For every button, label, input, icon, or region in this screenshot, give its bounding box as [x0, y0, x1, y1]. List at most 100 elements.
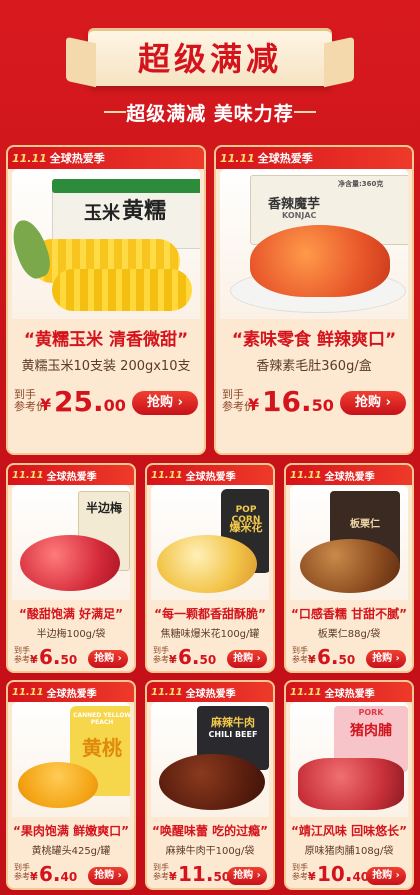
divider-line [294, 111, 316, 113]
chestnut-pile [300, 539, 400, 593]
popcorn-pile [157, 535, 257, 593]
header-banner: 超级满减 超级满减 美味力荐 [0, 0, 420, 140]
product-name: 黄糯玉米10支装 200gx10支 [21, 359, 191, 374]
price-row: 到手 参考价 ¥ 25.00 抢购 › [14, 385, 198, 419]
box-label: KONJAC [282, 211, 317, 220]
card-header: 11.11 全球热爱季 [147, 682, 273, 702]
box-label: 香辣魔芋 [268, 197, 321, 212]
product-slogan: “黄糯玉米 清香微甜” [23, 330, 189, 350]
promo-tag: 11.11 全球热爱季 [151, 687, 236, 700]
product-name: 板栗仁88g/袋 [317, 629, 381, 640]
beef-pile [159, 754, 265, 810]
product-name: 麻辣牛肉干100g/袋 [165, 846, 255, 857]
promo-tag: 11.11 全球热爱季 [12, 687, 97, 700]
product-card-plum[interactable]: 11.11 全球热爱季 半边梅 “酸甜饱满 好满足” 半边梅100g/袋 到手 参考… [6, 463, 136, 673]
product-slogan: “靖江风味 回味悠长” [291, 824, 407, 838]
bag-label: PORK [358, 708, 384, 717]
konjac-pile [250, 225, 390, 297]
price-row: 到手 参考价 ¥ 6.50 抢购 › [153, 645, 267, 671]
product-slogan: “酸甜饱满 好满足” [19, 607, 123, 621]
product-slogan: “唤醒味蕾 吃的过瘾” [152, 824, 268, 838]
product-name: 焦糖味爆米花100g/罐 [160, 629, 260, 640]
product-image: POP CORN 爆米花 [151, 485, 269, 600]
card-header: 11.11 全球热爱季 [286, 682, 412, 702]
product-image: PORK 猪肉脯 [290, 702, 408, 817]
can-label: 爆米花 [229, 521, 263, 534]
buy-button[interactable]: 抢购 › [340, 391, 406, 415]
product-image: CANNED YELLOW PEACH 黄桃 [12, 702, 130, 817]
product-image: 麻辣牛肉 CHILI BEEF [151, 702, 269, 817]
product-name: 原味猪肉脯108g/袋 [304, 846, 394, 857]
buy-button[interactable]: 抢购 › [366, 650, 406, 668]
buy-button[interactable]: 抢购 › [366, 867, 406, 885]
card-header: 11.11 全球热爱季 [8, 682, 134, 702]
price-row: 到手 参考价 ¥ 10.40 抢购 › [292, 862, 406, 888]
card-header: 11.11 全球热爱季 [8, 147, 204, 169]
currency-symbol: ¥ [169, 870, 177, 883]
buy-button[interactable]: 抢购 › [132, 391, 198, 415]
buy-button[interactable]: 抢购 › [88, 650, 128, 668]
product-image: 香辣魔芋 KONJAC 净含量:360克 [220, 169, 408, 319]
promo-tag: 11.11 全球热爱季 [220, 151, 313, 166]
product-price: 6.50 [39, 645, 78, 669]
card-header: 11.11 全球热爱季 [147, 465, 273, 485]
currency-symbol: ¥ [169, 653, 177, 666]
product-card-corn[interactable]: 11.11 全球热爱季 黄糯 玉米 “黄糯玉米 清香微甜” 黄糯玉米10支装 20… [6, 145, 206, 455]
bag-label: 猪肉脯 [350, 723, 392, 739]
banner-title: 超级满减 [137, 40, 282, 78]
product-name: 香辣素毛肚360g/盒 [256, 359, 372, 374]
plum-pile [20, 535, 120, 591]
buy-button[interactable]: 抢购 › [88, 867, 128, 885]
bag-label: 麻辣牛肉 [211, 716, 255, 729]
buy-button[interactable]: 抢购 › [227, 867, 267, 885]
price-row: 到手 参考价 ¥ 6.50 抢购 › [14, 645, 128, 671]
price-row: 到手 参考价 ¥ 11.50 抢购 › [153, 862, 267, 888]
banner-subtitle: 超级满减 美味力荐 [126, 103, 294, 125]
peach-bowl [18, 762, 98, 808]
card-header: 11.11 全球热爱季 [8, 465, 134, 485]
currency-symbol: ¥ [40, 395, 52, 414]
card-header: 11.11 全球热爱季 [286, 465, 412, 485]
box-label: 净含量:360克 [338, 180, 384, 188]
product-image: 半边梅 [12, 485, 130, 600]
product-card-chestnut[interactable]: 11.11 全球热爱季 板栗仁 “口感香糯 甘甜不腻” 板栗仁88g/袋 到手 参考… [284, 463, 414, 673]
product-price: 10.40 [317, 862, 370, 886]
promo-tag: 11.11 全球热爱季 [290, 470, 375, 483]
product-card-popcorn[interactable]: 11.11 全球热爱季 POP CORN 爆米花 “每一颗都香甜酥脆” 焦糖味爆米… [145, 463, 275, 673]
promo-tag: 11.11 全球热爱季 [151, 470, 236, 483]
bag-label: 半边梅 [85, 501, 122, 515]
product-price: 11.50 [178, 862, 231, 886]
product-slogan: “果肉饱满 鲜嫩爽口” [13, 824, 129, 838]
currency-symbol: ¥ [248, 395, 260, 414]
currency-symbol: ¥ [308, 653, 316, 666]
product-slogan: “每一颗都香甜酥脆” [154, 607, 266, 621]
currency-symbol: ¥ [30, 870, 38, 883]
product-image: 板栗仁 [290, 485, 408, 600]
corn-cob [52, 269, 192, 311]
product-price: 25.00 [54, 385, 126, 418]
product-slogan: “素味零食 鲜辣爽口” [231, 330, 397, 350]
box-label: 黄糯 [122, 199, 167, 224]
product-card-pork[interactable]: 11.11 全球热爱季 PORK 猪肉脯 “靖江风味 回味悠长” 原味猪肉脯108… [284, 680, 414, 890]
promo-tag: 11.11 全球热爱季 [12, 151, 105, 166]
pork-pile [298, 758, 404, 810]
currency-symbol: ¥ [308, 870, 316, 883]
buy-button[interactable]: 抢购 › [227, 650, 267, 668]
product-price: 6.50 [317, 645, 356, 669]
price-row: 到手 参考价 ¥ 16.50 抢购 › [222, 385, 406, 419]
card-header: 11.11 全球热爱季 [216, 147, 412, 169]
bag-label: 板栗仁 [350, 519, 380, 530]
box-stripe [52, 179, 200, 193]
promo-tag: 11.11 全球热爱季 [12, 470, 97, 483]
price-row: 到手 参考价 ¥ 6.40 抢购 › [14, 862, 128, 888]
product-price: 6.40 [39, 862, 78, 886]
product-price: 6.50 [178, 645, 217, 669]
product-slogan: “口感香糯 甘甜不腻” [291, 607, 407, 621]
product-card-peach[interactable]: 11.11 全球热爱季 CANNED YELLOW PEACH 黄桃 “果肉饱满 … [6, 680, 136, 890]
price-row: 到手 参考价 ¥ 6.50 抢购 › [292, 645, 406, 671]
box-label: 玉米 [84, 203, 120, 224]
currency-symbol: ¥ [30, 653, 38, 666]
product-name: 黄桃罐头425g/罐 [31, 846, 111, 857]
product-card-beef[interactable]: 11.11 全球热爱季 麻辣牛肉 CHILI BEEF “唤醒味蕾 吃的过瘾” 麻… [145, 680, 275, 890]
product-card-konjac[interactable]: 11.11 全球热爱季 香辣魔芋 KONJAC 净含量:360克 “素味零食 鲜辣… [214, 145, 414, 455]
